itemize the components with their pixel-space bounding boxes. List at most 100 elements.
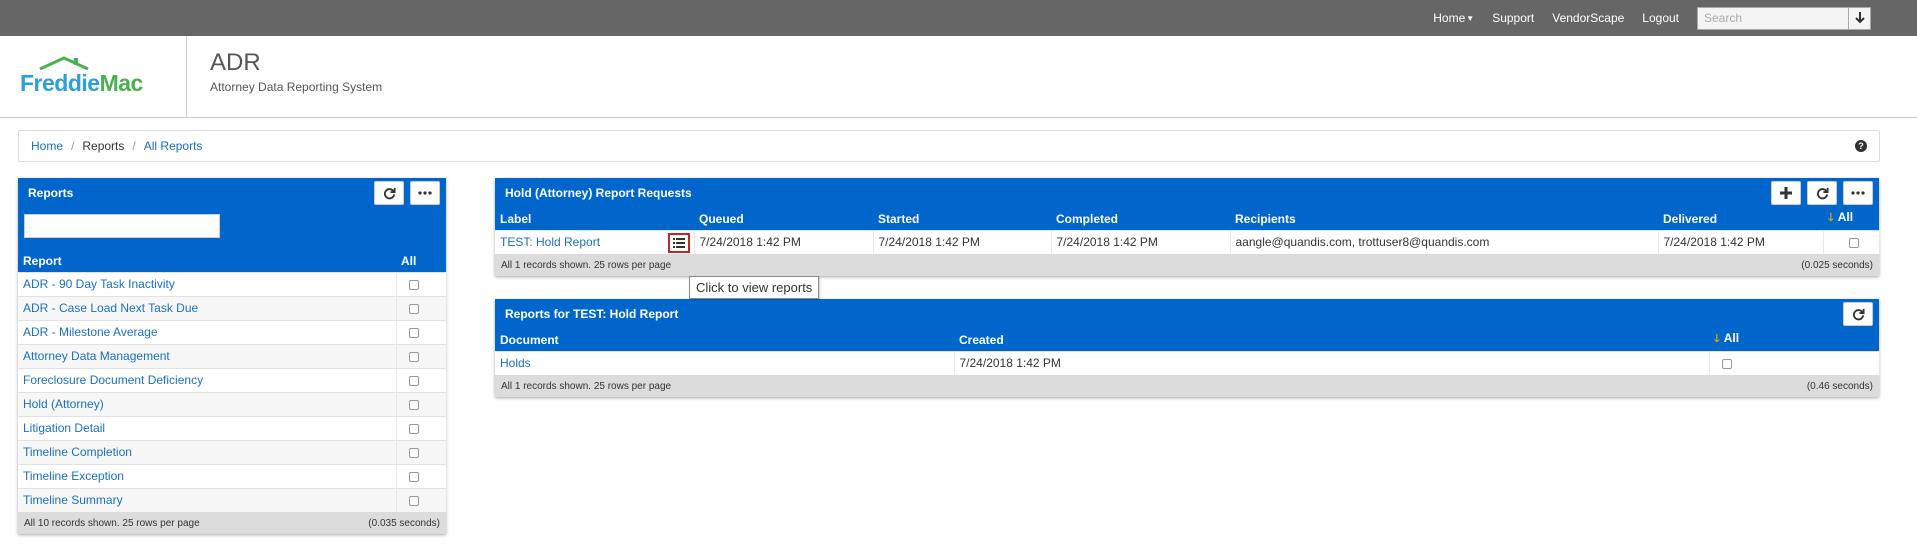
refresh-button[interactable]	[374, 181, 404, 205]
freddie-mac-logo[interactable]: FreddieMac	[20, 56, 155, 100]
cell-report: Litigation Detail	[18, 415, 397, 440]
refresh-icon	[1852, 308, 1865, 320]
column-document[interactable]: Document	[495, 329, 954, 351]
row-checkbox[interactable]	[408, 399, 419, 410]
table-row: TEST: Hold Report 7/24/2018 1:42 PM 7/24…	[495, 229, 1880, 254]
cell-label: TEST: Hold Report	[495, 229, 695, 254]
row-checkbox[interactable]	[408, 375, 419, 386]
reports-panel-footer: All 10 records shown. 25 rows per page (…	[18, 512, 446, 534]
more-options-button[interactable]	[1843, 181, 1873, 205]
reports-table-body: ADR - 90 Day Task Inactivity ADR - Case L…	[18, 271, 447, 512]
ellipsis-icon	[418, 191, 432, 195]
document-link[interactable]: Holds	[500, 356, 531, 370]
nav-home-label: Home	[1433, 11, 1466, 25]
column-label[interactable]: Label	[495, 208, 694, 230]
row-checkbox[interactable]	[408, 496, 419, 507]
report-link[interactable]: ADR - Milestone Average	[23, 325, 158, 339]
row-checkbox[interactable]	[408, 279, 419, 290]
nav-support-link[interactable]: Support	[1492, 11, 1534, 25]
app-subtitle: Attorney Data Reporting System	[210, 80, 383, 94]
column-delivered[interactable]: Delivered	[1658, 208, 1823, 230]
table-row: Timeline Completion	[18, 439, 447, 464]
house-roof-icon	[39, 56, 89, 70]
nav-logout-link[interactable]: Logout	[1642, 11, 1679, 25]
app-header: FreddieMac ADR Attorney Data Reporting S…	[0, 36, 1917, 118]
hold-requests-panel: Hold (Attorney) Report Requests Label Qu…	[495, 178, 1880, 276]
row-checkbox[interactable]	[408, 327, 419, 338]
more-options-button[interactable]	[410, 181, 440, 205]
report-link[interactable]: ADR - 90 Day Task Inactivity	[23, 277, 175, 291]
report-link[interactable]: Foreclosure Document Deficiency	[23, 373, 203, 387]
column-report[interactable]: Report	[18, 250, 396, 272]
row-checkbox[interactable]	[1848, 238, 1859, 249]
cell-report: ADR - 90 Day Task Inactivity	[18, 271, 397, 296]
report-documents-panel: Reports for TEST: Hold Report Document C…	[495, 299, 1880, 397]
breadcrumb-home[interactable]: Home	[31, 139, 63, 153]
column-all[interactable]: All	[396, 250, 446, 272]
header-divider	[186, 36, 187, 118]
row-checkbox[interactable]	[408, 303, 419, 314]
reports-panel: Reports Report All ADR - 90 Day Task Ina…	[18, 178, 447, 534]
cell-completed: 7/24/2018 1:42 PM	[1051, 229, 1231, 254]
report-link[interactable]: Litigation Detail	[23, 421, 105, 435]
row-checkbox[interactable]	[408, 423, 419, 434]
help-icon[interactable]: ?	[1855, 140, 1867, 152]
column-started[interactable]: Started	[873, 208, 1051, 230]
cell-delivered: 7/24/2018 1:42 PM	[1658, 229, 1824, 254]
top-nav-links: Home▼ Support VendorScape Logout	[1433, 0, 1871, 36]
hold-requests-footer: All 1 records shown. 25 rows per page (0…	[495, 254, 1879, 276]
table-row: Attorney Data Management	[18, 343, 447, 368]
column-all[interactable]: 🡓 All	[1709, 329, 1879, 351]
cell-select	[396, 271, 447, 296]
reports-record-count: All 10 records shown. 25 rows per page	[24, 517, 200, 529]
column-recipients[interactable]: Recipients	[1230, 208, 1658, 230]
report-link[interactable]: Attorney Data Management	[23, 349, 170, 363]
hold-requests-table: Label Queued Started Completed Recipient…	[495, 208, 1880, 254]
table-row: Timeline Exception	[18, 463, 447, 488]
hold-requests-buttons	[1765, 181, 1873, 205]
cell-select	[1823, 229, 1880, 254]
column-all[interactable]: 🡓 All	[1823, 208, 1879, 230]
reports-filter-input[interactable]	[24, 214, 220, 238]
row-checkbox[interactable]	[408, 471, 419, 482]
report-documents-footer: All 1 records shown. 25 rows per page (0…	[495, 375, 1879, 397]
cell-select	[1709, 350, 1880, 375]
documents-query-time: (0.46 seconds)	[1806, 380, 1873, 392]
request-label-link[interactable]: TEST: Hold Report	[500, 235, 600, 249]
plus-icon	[1780, 187, 1792, 199]
hold-requests-table-header: Label Queued Started Completed Recipient…	[495, 208, 1879, 230]
refresh-icon	[1816, 187, 1829, 199]
cell-report: Foreclosure Document Deficiency	[18, 367, 397, 392]
requests-record-count: All 1 records shown. 25 rows per page	[501, 259, 672, 271]
sort-down-icon: 🡓	[1714, 333, 1720, 346]
row-checkbox[interactable]	[408, 351, 419, 362]
nav-home-dropdown[interactable]: Home▼	[1433, 11, 1474, 25]
cell-select	[396, 487, 447, 512]
column-created[interactable]: Created	[954, 329, 1709, 351]
report-link[interactable]: ADR - Case Load Next Task Due	[23, 301, 198, 315]
search-input[interactable]	[1697, 6, 1849, 30]
column-queued[interactable]: Queued	[694, 208, 873, 230]
cell-select	[396, 463, 447, 488]
hold-requests-title: Hold (Attorney) Report Requests	[505, 186, 692, 200]
add-button[interactable]	[1771, 181, 1801, 205]
breadcrumb-all-reports[interactable]: All Reports	[144, 139, 203, 153]
refresh-button[interactable]	[1843, 302, 1873, 326]
cell-report: Timeline Summary	[18, 487, 397, 512]
ellipsis-icon	[1851, 191, 1865, 195]
report-link[interactable]: Hold (Attorney)	[23, 397, 104, 411]
refresh-button[interactable]	[1807, 181, 1837, 205]
column-completed[interactable]: Completed	[1051, 208, 1230, 230]
report-link[interactable]: Timeline Completion	[23, 445, 132, 459]
report-link[interactable]: Timeline Summary	[23, 493, 123, 507]
row-checkbox[interactable]	[1721, 359, 1732, 370]
row-checkbox[interactable]	[408, 447, 419, 458]
view-reports-button[interactable]	[667, 232, 690, 253]
nav-vendorscape-link[interactable]: VendorScape	[1552, 11, 1624, 25]
search-dropdown-button[interactable]	[1849, 6, 1871, 30]
cell-report: Timeline Completion	[18, 439, 397, 464]
top-navigation-bar: Home▼ Support VendorScape Logout	[0, 0, 1917, 36]
cell-select	[396, 439, 447, 464]
report-link[interactable]: Timeline Exception	[23, 469, 124, 483]
reports-table: Report All ADR - 90 Day Task Inactivity A…	[18, 250, 447, 512]
